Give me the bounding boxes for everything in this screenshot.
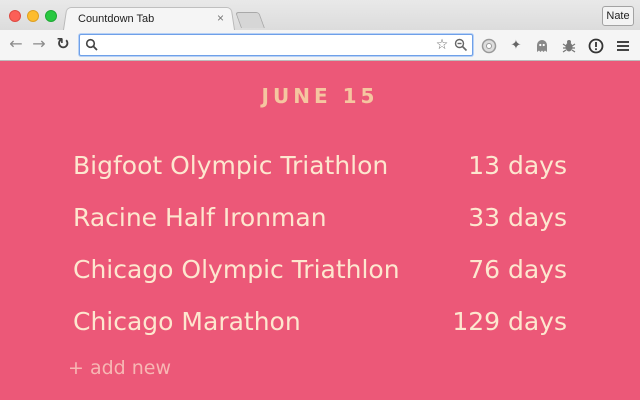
current-date: JUNE 15: [261, 84, 379, 108]
address-input[interactable]: [102, 37, 432, 53]
close-window-button[interactable]: [9, 10, 21, 22]
hamburger-menu-icon[interactable]: [615, 38, 631, 54]
add-new-button[interactable]: + add new: [68, 355, 171, 381]
event-name: Bigfoot Olympic Triathlon: [73, 151, 389, 180]
reload-icon[interactable]: ↻: [53, 33, 73, 55]
circle-extension-icon[interactable]: [481, 38, 497, 54]
tab-title: Countdown Tab: [78, 13, 155, 25]
address-bar[interactable]: ☆: [79, 34, 473, 56]
event-name: Racine Half Ironman: [73, 203, 327, 232]
event-days: 76 days: [468, 255, 567, 284]
minimize-window-button[interactable]: [27, 10, 39, 22]
event-days: 13 days: [468, 151, 567, 180]
ghost-extension-icon[interactable]: [534, 38, 550, 54]
countdown-page: JUNE 15 Bigfoot Olympic Triathlon 13 day…: [0, 61, 640, 400]
event-days: 129 days: [452, 307, 567, 336]
search-icon: [85, 38, 98, 51]
event-name: Chicago Marathon: [73, 307, 301, 336]
profile-button[interactable]: Nate: [602, 6, 634, 26]
back-arrow-icon[interactable]: ←: [6, 33, 26, 55]
event-row[interactable]: Chicago Olympic Triathlon 76 days: [73, 252, 567, 288]
bug-extension-icon[interactable]: [561, 38, 577, 54]
zoom-window-button[interactable]: [45, 10, 57, 22]
new-tab-button[interactable]: [235, 12, 265, 28]
pin-extension-icon[interactable]: ✦: [508, 38, 524, 54]
browser-toolbar: ← → ↻ ☆ ✦: [0, 30, 640, 61]
zoom-icon[interactable]: [454, 38, 468, 52]
tab-close-icon[interactable]: ×: [217, 11, 224, 25]
alert-extension-icon[interactable]: [588, 38, 604, 54]
event-days: 33 days: [468, 203, 567, 232]
star-icon[interactable]: ☆: [434, 37, 450, 53]
browser-titlebar: Countdown Tab × Nate: [0, 0, 640, 31]
event-row[interactable]: Racine Half Ironman 33 days: [73, 200, 567, 236]
forward-arrow-icon[interactable]: →: [29, 33, 49, 55]
event-row[interactable]: Chicago Marathon 129 days: [73, 304, 567, 340]
event-row[interactable]: Bigfoot Olympic Triathlon 13 days: [73, 148, 567, 184]
event-name: Chicago Olympic Triathlon: [73, 255, 400, 284]
